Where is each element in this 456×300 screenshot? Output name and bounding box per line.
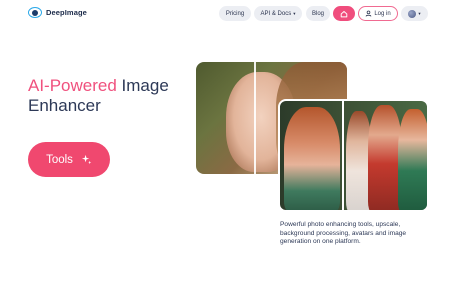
nav-pricing-label: Pricing bbox=[225, 10, 245, 17]
hero-title: AI-Powered Image Enhancer bbox=[28, 76, 169, 116]
chevron-down-icon: ▾ bbox=[293, 10, 296, 16]
login-label: Log in bbox=[374, 10, 391, 17]
hero-title-accent: AI-Powered bbox=[28, 76, 117, 95]
eye-logo-icon bbox=[28, 7, 42, 18]
sparkle-icon bbox=[81, 154, 92, 165]
nav-blog-label: Blog bbox=[311, 10, 324, 17]
home-button[interactable] bbox=[333, 6, 355, 21]
logo-text: DeepImage bbox=[46, 8, 87, 17]
enhanced-group-portrait-image bbox=[278, 99, 429, 212]
hero-title-line2: Enhancer bbox=[28, 96, 101, 115]
globe-icon bbox=[408, 9, 417, 18]
deepimage-logo[interactable]: DeepImage bbox=[28, 7, 87, 18]
login-button[interactable]: Log in bbox=[358, 6, 398, 21]
language-selector[interactable]: ▾ bbox=[401, 6, 428, 21]
chevron-down-icon: ▾ bbox=[418, 10, 421, 16]
top-navigation-bar: DeepImage Pricing API & Docs ▾ Blog Log … bbox=[0, 0, 456, 26]
home-icon bbox=[340, 10, 348, 17]
comparison-divider bbox=[254, 62, 256, 174]
comparison-divider bbox=[342, 101, 344, 210]
tools-button[interactable]: Tools bbox=[28, 142, 110, 177]
nav-api-docs-label: API & Docs bbox=[260, 10, 292, 17]
nav-api-docs-dropdown[interactable]: API & Docs ▾ bbox=[254, 6, 302, 21]
nav-blog-link[interactable]: Blog bbox=[306, 6, 330, 21]
hero-title-rest: Image bbox=[116, 76, 169, 95]
tools-button-label: Tools bbox=[46, 153, 73, 166]
hero-description: Powerful photo enhancing tools, upscale,… bbox=[280, 221, 407, 246]
nav-pricing-link[interactable]: Pricing bbox=[219, 6, 251, 21]
user-icon bbox=[365, 10, 372, 17]
